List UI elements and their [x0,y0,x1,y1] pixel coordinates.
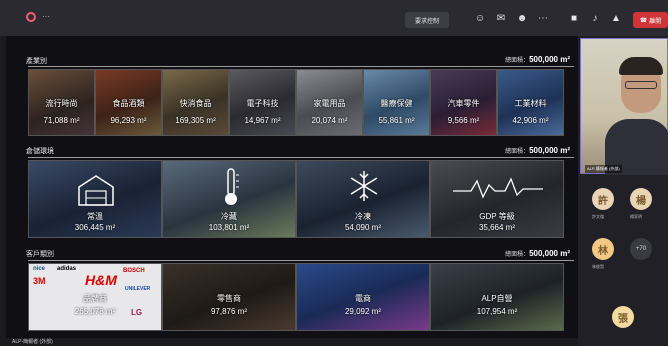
section-total-storage: 總面積：500,000 m² [505,146,570,155]
tile-chilled[interactable]: 冷藏 103,801 m² [162,160,296,238]
request-control-button[interactable]: 要求控制 [405,12,449,28]
tile-auto-parts[interactable]: 汽車零件 9,566 m² [430,69,497,136]
tile-title: 汽車零件 [447,99,480,108]
participant-panel: ALP-簡報者 (外部) 許 許文傑 楊 楊家明 林 林俊賢 +70 張 [578,36,668,346]
tile-title: 家電用品 [313,99,346,108]
brand-logo: H&M [85,272,117,288]
tile-title: 電子科技 [246,99,279,108]
pulse-line-icon [453,177,543,199]
video-name-label: ALP-簡報者 (外部) [585,165,622,173]
tile-value: 306,445 m² [74,223,116,232]
tile-home-appliances[interactable]: 家電用品 20,074 m² [296,69,363,136]
tile-title: 零售商 [217,294,241,303]
participant-name: 林俊賢 [592,264,604,269]
section-total-industry: 總面積：500,000 m² [505,55,570,64]
tile-value: 29,092 m² [344,307,382,316]
tile-brand-owners[interactable]: nice adidas 3M H&M BOSCH UNILEVER LG 品牌商… [28,263,162,331]
section-label-storage: 倉儲環境 [26,148,54,155]
brand-logo: UNILEVER [125,286,151,292]
tile-food-liquor[interactable]: 食品酒類 96,293 m² [95,69,162,136]
phone-icon: ☎ [639,17,648,24]
tile-value: 20,074 m² [311,116,348,125]
tile-value: 169,305 m² [175,116,216,125]
tile-alp-self-operated[interactable]: ALP自營 107,954 m² [430,263,564,331]
shared-screen: 產業別 總面積：500,000 m² 流行時尚 71,088 m² 食品酒類 9… [6,36,578,338]
presenter-label: ALP-簡報者 (外部) [12,339,53,345]
tile-gdp[interactable]: GDP 等級 35,664 m² [430,160,564,238]
warehouse-icon [78,175,114,206]
tile-value: 35,664 m² [478,223,516,232]
meeting-title: ··· [42,12,50,21]
snowflake-icon [350,171,378,201]
participant-avatar[interactable]: 林 [592,238,614,260]
tile-fashion[interactable]: 流行時尚 71,088 m² [28,69,95,136]
tile-value: 14,967 m² [244,116,281,125]
tile-title: 食品酒類 [112,99,145,108]
tile-value: 103,801 m² [208,223,250,232]
tile-ecommerce[interactable]: 電商 29,092 m² [296,263,430,331]
participant-name: 許文傑 [592,214,604,219]
tile-title: 冷藏 [221,212,237,221]
tile-value: 107,954 m² [476,307,518,316]
tile-value: 55,861 m² [378,116,415,125]
section-divider [28,260,574,261]
section-divider [28,157,574,158]
leave-label: 離開 [649,18,662,25]
tile-title: 快消食品 [179,99,212,108]
tile-title: 冷凍 [355,212,371,221]
tile-title: 流行時尚 [45,99,78,108]
section-label-industry: 產業別 [26,58,47,65]
tile-value: 97,876 m² [210,307,248,316]
tile-title: 醫療保健 [380,99,413,108]
tile-title: ALP自營 [481,294,513,303]
section-divider [28,66,574,67]
tile-title: 工業材料 [514,99,547,108]
participant-avatar[interactable]: 張 [612,306,634,328]
tile-title: GDP 等級 [479,212,515,221]
participant-avatar[interactable]: 楊 [630,188,652,210]
brand-logo: 3M [33,276,46,286]
participant-video[interactable]: ALP-簡報者 (外部) [580,38,668,175]
tile-title: 常溫 [87,212,103,221]
tile-title: 電商 [355,294,371,303]
tile-value: 265,078 m² [74,307,116,316]
tile-title: 品牌商 [83,294,107,303]
reactions-icon[interactable]: ☻ [516,13,528,25]
people-icon[interactable]: ☺ [474,13,486,25]
tile-value: 42,906 m² [512,116,549,125]
microphone-icon[interactable]: ♪ [589,13,601,25]
brand-logo: BOSCH [123,268,145,274]
chat-icon[interactable]: ✉ [495,13,507,25]
tile-electronics[interactable]: 電子科技 14,967 m² [229,69,296,136]
section-label-customer: 客戶類別 [26,251,54,258]
thermometer-icon [225,168,239,205]
brand-logo: nice [33,266,46,272]
tile-value: 96,293 m² [110,116,147,125]
participant-avatar[interactable]: 許 [592,188,614,210]
person-glasses [625,81,657,89]
tile-value: 71,088 m² [43,116,80,125]
tile-industrial-materials[interactable]: 工業材料 42,906 m² [497,69,564,136]
leave-button[interactable]: ☎ 離開 [633,12,668,28]
meeting-toolbar: ··· 要求控制 ☺ ✉ ☻ ⋯ ■ ♪ ▲ ☎ 離開 [0,0,668,36]
tile-frozen[interactable]: 冷凍 54,090 m² [296,160,430,238]
share-screen-icon[interactable]: ▲ [610,13,622,25]
more-options-icon[interactable]: ⋯ [537,13,549,25]
brand-logo: adidas [57,266,77,272]
tile-healthcare[interactable]: 醫療保健 55,861 m² [363,69,430,136]
tile-value: 54,090 m² [344,223,382,232]
more-participants-button[interactable]: +70 [630,238,652,260]
tile-fmcg[interactable]: 快消食品 169,305 m² [162,69,229,136]
camera-icon[interactable]: ■ [568,13,580,25]
section-total-customer: 總面積：500,000 m² [505,249,570,258]
tile-value: 9,566 m² [447,116,480,125]
participant-name: 楊家明 [630,214,642,219]
teams-app-icon[interactable] [26,12,36,22]
person-hair [619,57,663,75]
tile-retailers[interactable]: 零售商 97,876 m² [162,263,296,331]
tile-ambient[interactable]: 常溫 306,445 m² [28,160,162,238]
